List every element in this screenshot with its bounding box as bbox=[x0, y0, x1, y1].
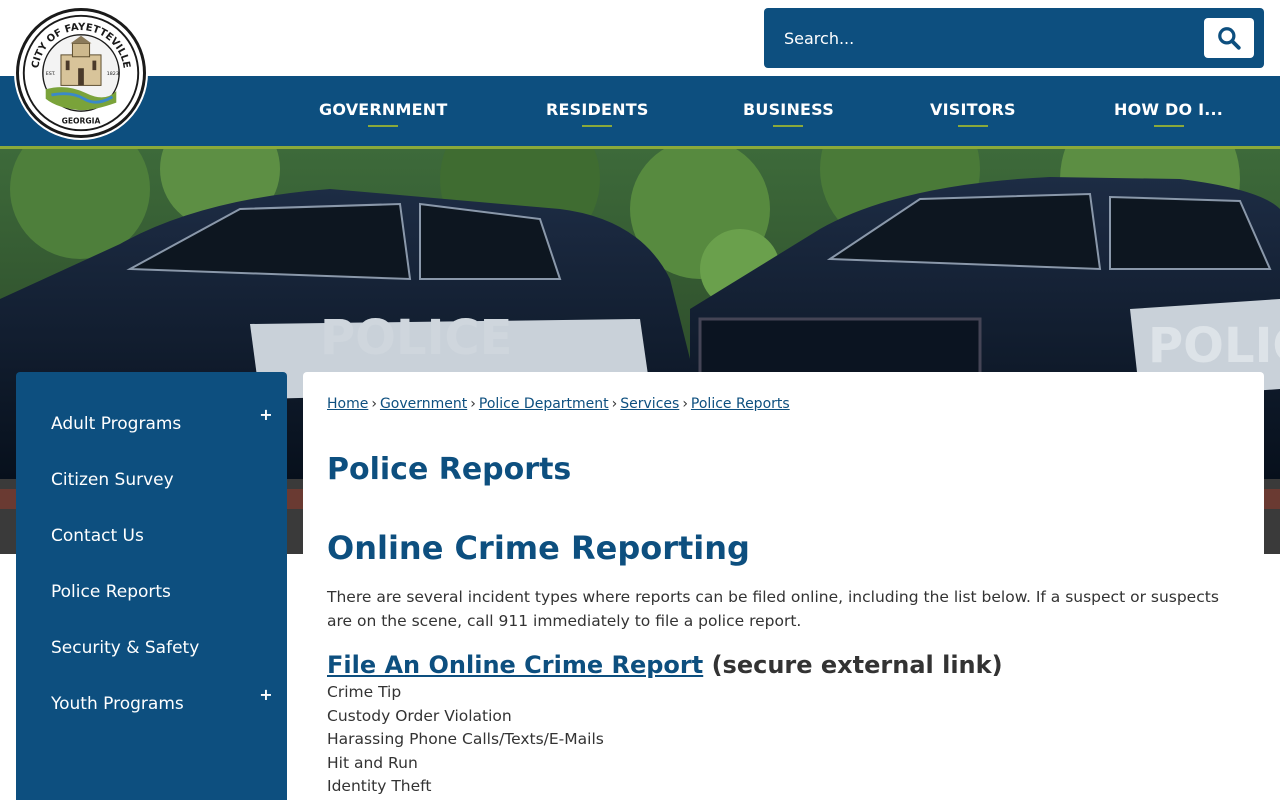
file-report-link[interactable]: File An Online Crime Report bbox=[327, 651, 703, 679]
city-logo[interactable]: CITY OF FAYETTEVILLE GEORGIA EST. 1823 bbox=[16, 8, 146, 138]
breadcrumb-separator: › bbox=[470, 396, 476, 412]
nav-label: RESIDENTS bbox=[546, 100, 649, 119]
sidebar-item-label: Contact Us bbox=[51, 526, 144, 546]
breadcrumb-police-reports[interactable]: Police Reports bbox=[691, 396, 790, 412]
nav-residents[interactable]: RESIDENTS bbox=[546, 100, 649, 127]
plus-icon[interactable]: + bbox=[259, 407, 273, 423]
main-nav: GOVERNMENT RESIDENTS BUSINESS VISITORS H… bbox=[0, 76, 1280, 146]
sidebar-item-youth-programs[interactable]: Youth Programs + bbox=[16, 676, 287, 732]
section-title: Online Crime Reporting bbox=[327, 529, 750, 567]
sidebar-item-police-reports[interactable]: Police Reports bbox=[16, 564, 287, 620]
sidebar-item-label: Citizen Survey bbox=[51, 470, 174, 490]
sidebar-item-label: Police Reports bbox=[51, 582, 171, 602]
sidebar-item-label: Security & Safety bbox=[51, 638, 200, 658]
sidebar-item-label: Youth Programs bbox=[51, 694, 184, 714]
sidebar-nav: Adult Programs + Citizen Survey Contact … bbox=[16, 372, 287, 800]
nav-underline bbox=[582, 125, 613, 127]
list-item: Crime Tip bbox=[327, 683, 402, 701]
nav-business[interactable]: BUSINESS bbox=[743, 100, 834, 127]
logo-bottom-text: GEORGIA bbox=[62, 117, 101, 126]
nav-underline bbox=[957, 125, 988, 127]
breadcrumb-services[interactable]: Services bbox=[620, 396, 679, 412]
nav-label: VISITORS bbox=[930, 100, 1016, 119]
hero-car-text-right: POLICE bbox=[1148, 318, 1280, 374]
breadcrumb-government[interactable]: Government bbox=[380, 396, 467, 412]
list-item: Hit and Run bbox=[327, 753, 418, 772]
search-button[interactable] bbox=[1204, 18, 1254, 58]
sidebar-item-citizen-survey[interactable]: Citizen Survey bbox=[16, 452, 287, 508]
breadcrumb-police-department[interactable]: Police Department bbox=[479, 396, 609, 412]
sidebar-item-label: Adult Programs bbox=[51, 414, 182, 434]
list-item: Harassing Phone Calls/Texts/E-Mails bbox=[327, 730, 604, 748]
nav-visitors[interactable]: VISITORS bbox=[930, 100, 1016, 127]
breadcrumb-separator: › bbox=[611, 396, 618, 412]
sidebar-item-contact-us[interactable]: Contact Us bbox=[16, 508, 287, 564]
breadcrumb: Home › Government › Police Department › Servic… bbox=[327, 396, 1240, 412]
nav-underline bbox=[368, 125, 399, 127]
nav-underline bbox=[1153, 125, 1184, 127]
nav-how-do-i[interactable]: HOW DO I... bbox=[1114, 100, 1223, 127]
search-icon bbox=[1218, 27, 1241, 50]
logo-est-text: EST. bbox=[46, 71, 56, 77]
incident-type-list: Crime Tip Custody Order Violation Harass… bbox=[327, 681, 1240, 799]
page-title: Police Reports bbox=[327, 452, 572, 487]
main-content: Home › Government › Police Department › Servic… bbox=[303, 372, 1264, 800]
list-item: Identity Theft bbox=[327, 777, 432, 795]
sidebar-item-security-safety[interactable]: Security & Safety bbox=[16, 620, 287, 676]
nav-underline bbox=[773, 125, 804, 127]
hero-car-text-left: POLICE bbox=[320, 310, 512, 366]
search-bar bbox=[764, 8, 1264, 68]
report-heading: File An Online Crime Report (secure exte… bbox=[327, 651, 1240, 679]
breadcrumb-separator: › bbox=[682, 396, 688, 412]
list-item: Custody Order Violation bbox=[327, 706, 512, 725]
breadcrumb-home[interactable]: Home bbox=[327, 396, 368, 412]
sidebar-item-adult-programs[interactable]: Adult Programs + bbox=[16, 396, 287, 452]
search-input[interactable] bbox=[774, 18, 1194, 58]
nav-label: BUSINESS bbox=[743, 100, 834, 119]
nav-label: HOW DO I... bbox=[1114, 100, 1224, 119]
plus-icon[interactable]: + bbox=[259, 687, 273, 703]
breadcrumb-separator: › bbox=[371, 396, 377, 412]
intro-paragraph: There are several incident types where r… bbox=[327, 588, 1219, 630]
nav-government[interactable]: GOVERNMENT bbox=[319, 100, 447, 127]
report-note: (secure external link) bbox=[711, 651, 1003, 679]
logo-year-text: 1823 bbox=[107, 71, 119, 77]
nav-label: GOVERNMENT bbox=[319, 100, 448, 119]
